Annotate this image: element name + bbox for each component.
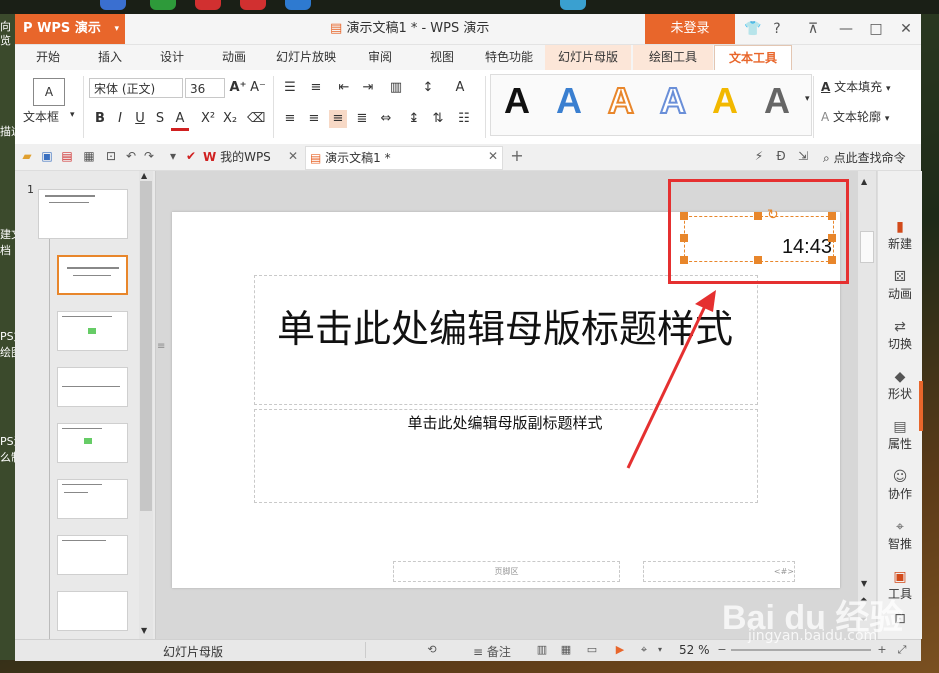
annotation-arrow [626, 290, 716, 469]
baidu-watermark-url: jingyan.baidu.com [748, 628, 878, 644]
arrow-head [695, 290, 716, 312]
arrow-shaft [626, 303, 708, 469]
